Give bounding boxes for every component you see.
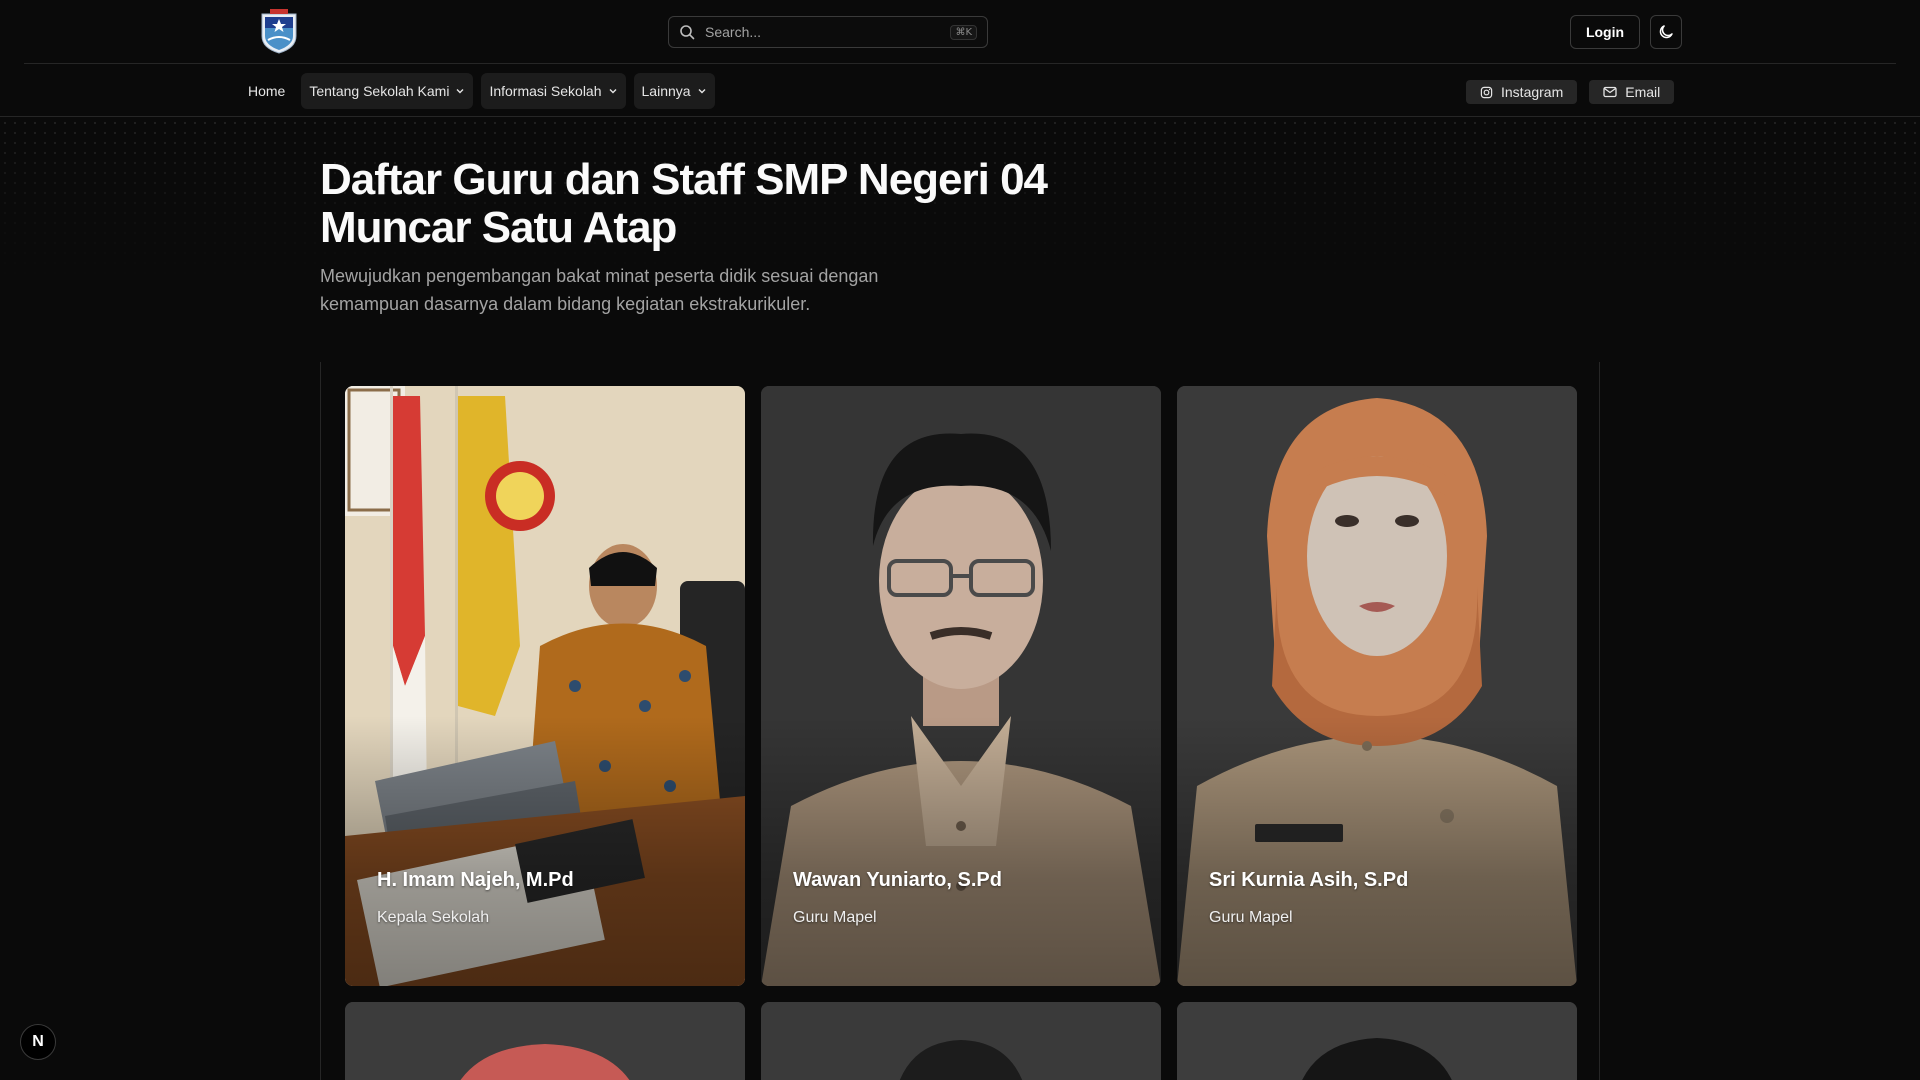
login-button[interactable]: Login <box>1570 15 1640 49</box>
page-subtitle: Mewujudkan pengembangan bakat minat pese… <box>320 266 879 314</box>
staff-role: Guru Mapel <box>1209 909 1293 926</box>
top-header: Search... ⌘K Login <box>24 0 1896 64</box>
theme-toggle-button[interactable] <box>1650 15 1682 49</box>
staff-name: Wawan Yuniarto, S.Pd <box>793 869 1002 891</box>
nav-item-label: Lainnya <box>641 83 691 99</box>
staff-photo <box>345 1002 745 1080</box>
nav-item-informasi-sekolah[interactable]: Informasi Sekolah <box>481 73 626 109</box>
nav-item-tentang-sekolah[interactable]: Tentang Sekolah Kami <box>301 73 474 109</box>
staff-card[interactable] <box>345 1002 745 1080</box>
nav-item-label: Tentang Sekolah Kami <box>309 83 450 99</box>
chevron-down-icon <box>456 89 464 94</box>
staff-card[interactable] <box>761 1002 1161 1080</box>
nav-item-label: Informasi Sekolah <box>489 83 602 99</box>
hero-section: Daftar Guru dan Staff SMP Negeri 04 Munc… <box>320 156 1140 318</box>
nav-item-home[interactable]: Home <box>240 73 293 109</box>
email-link[interactable]: Email <box>1589 80 1675 104</box>
staff-photo <box>761 1002 1161 1080</box>
school-logo[interactable] <box>260 8 298 54</box>
staff-photo <box>1177 1002 1577 1080</box>
nav-item-lainnya[interactable]: Lainnya <box>633 73 715 109</box>
card-overlay <box>345 716 745 986</box>
staff-role: Kepala Sekolah <box>377 909 490 926</box>
search-placeholder: Search... <box>705 24 762 40</box>
card-overlay <box>761 716 1161 986</box>
staff-grid: H. Imam Najeh, M.Pd Kepala Sekolah Wawan… <box>320 362 1600 1080</box>
staff-card[interactable]: Sri Kurnia Asih, S.Pd Guru Mapel <box>1177 386 1577 986</box>
chevron-down-icon <box>698 89 706 94</box>
nav-item-label: Home <box>248 83 286 99</box>
instagram-label: Instagram <box>1501 84 1564 100</box>
staff-card[interactable]: H. Imam Najeh, M.Pd Kepala Sekolah <box>345 386 745 986</box>
instagram-link[interactable]: Instagram <box>1466 80 1578 104</box>
staff-role: Guru Mapel <box>793 909 877 926</box>
staff-card[interactable] <box>1177 1002 1577 1080</box>
page-title-line-1: Daftar Guru dan Staff SMP Negeri 04 <box>320 155 1048 204</box>
framework-badge[interactable]: N <box>20 1024 56 1060</box>
staff-name: Sri Kurnia Asih, S.Pd <box>1209 869 1409 891</box>
page-title: Daftar Guru dan Staff SMP Negeri 04 Munc… <box>320 156 1140 252</box>
school-crest-icon <box>261 9 297 54</box>
chevron-down-icon <box>609 89 617 94</box>
search-shortcut: ⌘K <box>950 24 977 40</box>
main-nav: Home Tentang Sekolah Kami Informasi Seko… <box>0 64 1920 117</box>
mail-icon <box>1603 86 1617 98</box>
moon-icon <box>1659 25 1673 39</box>
staff-card[interactable]: Wawan Yuniarto, S.Pd Guru Mapel <box>761 386 1161 986</box>
search-input[interactable]: Search... ⌘K <box>668 16 988 48</box>
page-title-line-2: Muncar Satu Atap <box>320 203 677 252</box>
email-label: Email <box>1625 84 1661 100</box>
search-icon <box>680 25 695 40</box>
staff-name: H. Imam Najeh, M.Pd <box>377 869 574 891</box>
card-overlay <box>1177 716 1577 986</box>
instagram-icon <box>1480 86 1493 98</box>
